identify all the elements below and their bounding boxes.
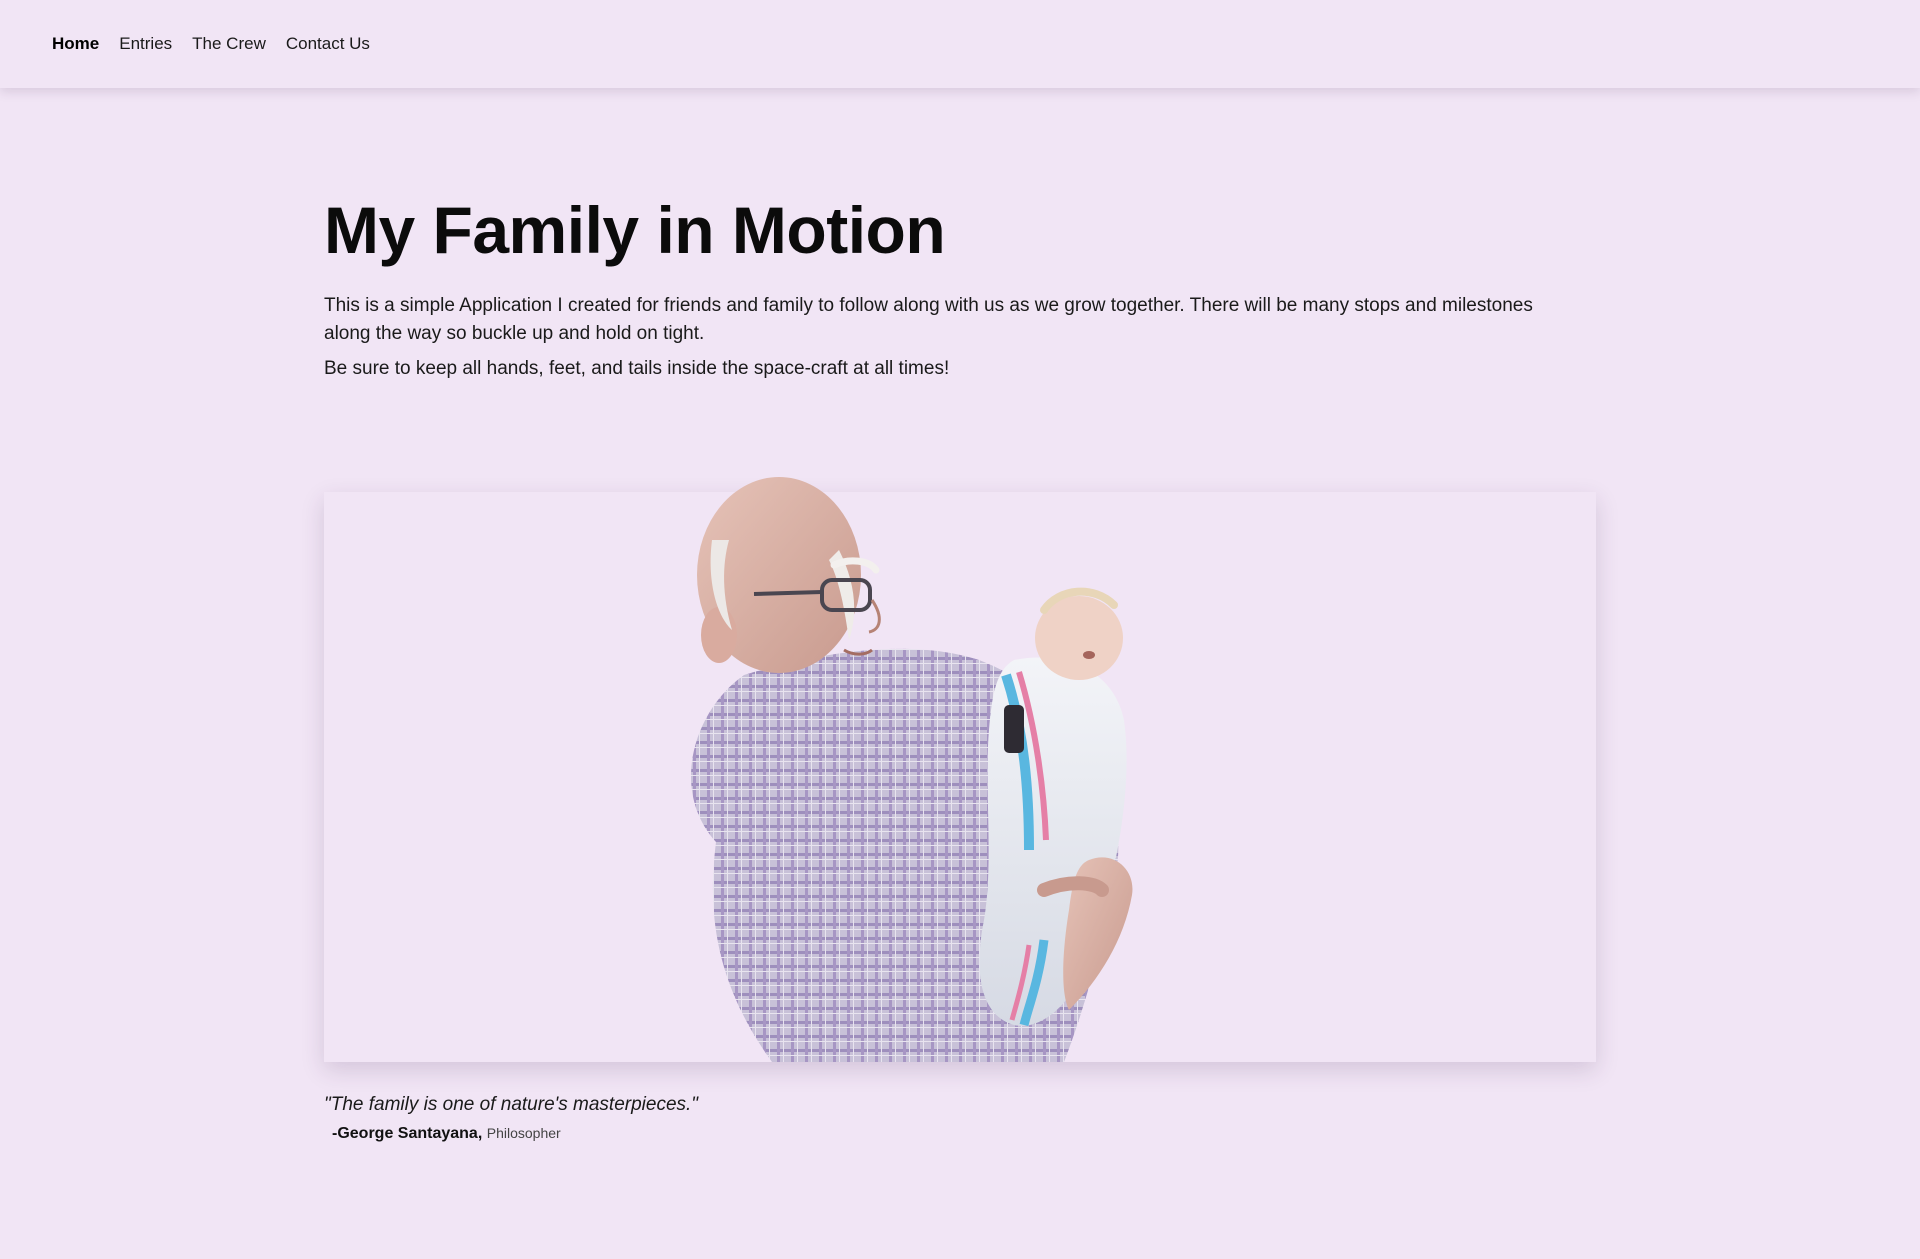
quote-attribution: -George Santayana, Philosopher <box>332 1125 561 1143</box>
nav-contact-us-link[interactable]: Contact Us <box>286 34 370 54</box>
family-photo-card <box>324 477 1596 1062</box>
family-photo <box>691 477 1133 1062</box>
top-navbar: Home Entries The Crew Contact Us <box>0 0 1920 88</box>
nav-home-link[interactable]: Home <box>52 34 99 54</box>
intro-safety-note: Be sure to keep all hands, feet, and tai… <box>324 358 950 379</box>
nav-the-crew-link[interactable]: The Crew <box>192 34 266 54</box>
quote-author: -George Santayana, <box>332 1125 483 1142</box>
family-quote: "The family is one of nature's masterpie… <box>324 1094 699 1115</box>
nav-entries-link[interactable]: Entries <box>119 34 172 54</box>
intro-paragraph: This is a simple Application I created f… <box>324 295 1533 344</box>
page-title: My Family in Motion <box>324 193 946 267</box>
quote-author-role: Philosopher <box>486 1125 561 1141</box>
